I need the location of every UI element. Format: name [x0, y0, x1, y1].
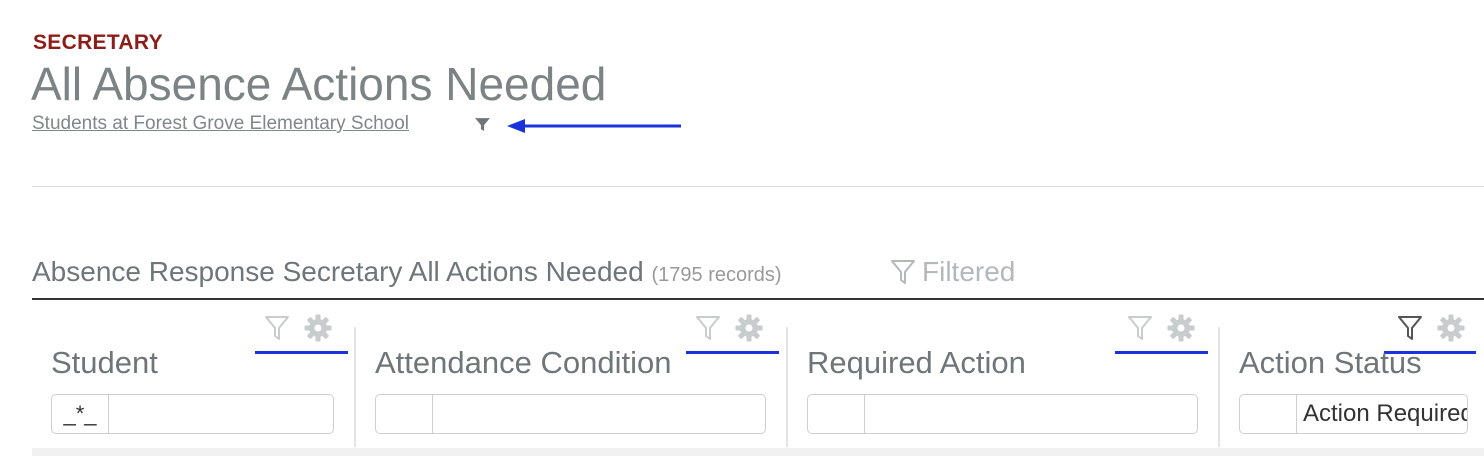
role-label: SECRETARY — [33, 31, 163, 54]
grid-header-rule — [32, 298, 1484, 300]
grid-body-top — [32, 448, 1484, 456]
column-filter-required-action — [807, 394, 1198, 434]
column-separator — [354, 327, 356, 447]
column-filter-student: _*_ — [51, 394, 334, 434]
column-separator — [1218, 327, 1220, 447]
filter-operator-button[interactable]: _*_ — [52, 395, 109, 433]
filter-value-input[interactable]: Action Required — [1297, 395, 1467, 433]
annotation-arrow — [507, 119, 681, 133]
annotation-underline — [1115, 351, 1208, 354]
filter-operator-button[interactable] — [376, 395, 433, 433]
column-filter-action-status: Action Required — [1239, 394, 1468, 434]
funnel-outline-icon[interactable] — [1127, 314, 1153, 342]
gear-icon[interactable] — [734, 313, 764, 343]
funnel-icon[interactable] — [474, 116, 491, 133]
filter-value-input[interactable] — [433, 395, 765, 433]
funnel-outline-icon[interactable] — [1397, 314, 1423, 342]
column-tools-action-status — [1397, 313, 1466, 343]
header-divider — [32, 186, 1484, 187]
gear-icon[interactable] — [1436, 313, 1466, 343]
grid-title: Absence Response Secretary All Actions N… — [32, 256, 782, 288]
column-tools-required-action — [1127, 313, 1196, 343]
column-filter-attendance-condition — [375, 394, 766, 434]
annotation-underline — [686, 351, 779, 354]
column-header-required-action[interactable]: Required Action — [807, 345, 1026, 381]
filter-value-input[interactable] — [109, 395, 333, 433]
filtered-indicator[interactable]: Filtered — [890, 256, 1015, 288]
column-tools-attendance-condition — [695, 313, 764, 343]
column-header-student[interactable]: Student — [51, 345, 158, 381]
gear-icon[interactable] — [303, 313, 333, 343]
filter-operator-button[interactable] — [808, 395, 865, 433]
column-header-action-status[interactable]: Action Status — [1239, 345, 1422, 381]
funnel-outline-icon — [891, 260, 915, 284]
page-title: All Absence Actions Needed — [31, 58, 607, 110]
filter-value-input[interactable] — [865, 395, 1197, 433]
grid-title-text: Absence Response Secretary All Actions N… — [32, 256, 644, 287]
column-separator — [786, 327, 788, 447]
annotation-underline — [255, 351, 348, 354]
column-tools-student — [264, 313, 333, 343]
scope-link[interactable]: Students at Forest Grove Elementary Scho… — [32, 113, 409, 135]
gear-icon[interactable] — [1166, 313, 1196, 343]
filtered-label: Filtered — [922, 256, 1016, 287]
filter-operator-button[interactable] — [1240, 395, 1297, 433]
record-count: (1795 records) — [651, 264, 782, 286]
column-header-attendance-condition[interactable]: Attendance Condition — [375, 345, 671, 381]
funnel-outline-icon[interactable] — [695, 314, 721, 342]
funnel-outline-icon[interactable] — [264, 314, 290, 342]
